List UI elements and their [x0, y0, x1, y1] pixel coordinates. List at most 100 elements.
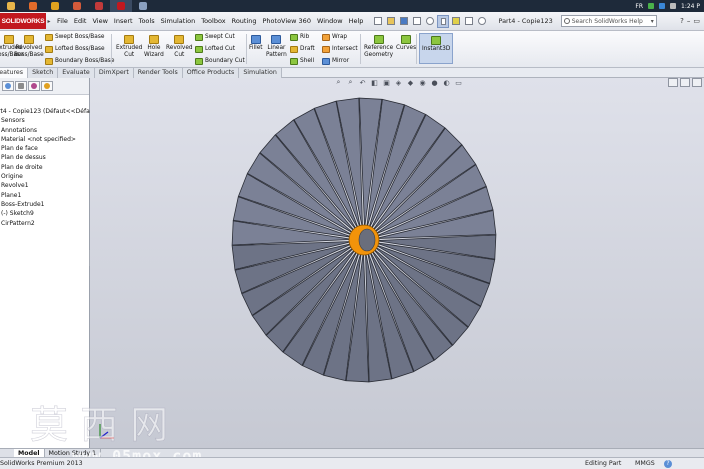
volume-icon[interactable]: [670, 3, 676, 9]
tab-features[interactable]: Features: [0, 68, 29, 78]
boundary-cut-button[interactable]: Boundary Cut: [195, 56, 245, 66]
windows-taskbar: FR 1:24 P: [0, 0, 704, 12]
display-manager-tab[interactable]: [41, 81, 53, 91]
feature-manager-panel: Part4 - Copie123 (Défaut<<Défaut> Sensors…: [0, 78, 101, 448]
tray-icon[interactable]: [659, 3, 665, 9]
menu-bar: File Edit View Insert Tools Simulation Toolbox…: [54, 17, 366, 25]
tree-node[interactable]: Material <not specified>: [0, 135, 89, 144]
lofted-boss-button[interactable]: Lofted Boss/Base: [45, 44, 105, 54]
tray-icon[interactable]: [648, 3, 654, 9]
revolved-boss-button[interactable]: Revolved Boss/Base: [14, 35, 44, 58]
tree-node[interactable]: Plane1: [0, 191, 89, 200]
fillet-icon: [250, 35, 261, 44]
language-indicator[interactable]: FR: [635, 3, 643, 10]
revolved-boss-icon: [23, 35, 34, 44]
taskbar-app-6-icon[interactable]: [132, 0, 154, 12]
impeller-model[interactable]: [90, 78, 704, 448]
quick-access-toolbar: [372, 14, 488, 28]
shell-icon: [290, 57, 298, 65]
tab-dimxpert[interactable]: DimXpert: [94, 68, 134, 78]
extruded-boss-icon: [3, 35, 14, 44]
taskbar-app-3-icon[interactable]: [66, 0, 88, 12]
tree-node[interactable]: Plan de dessus: [0, 153, 89, 162]
swept-boss-button[interactable]: Swept Boss/Base: [45, 32, 104, 42]
tree-node[interactable]: Revolve1: [0, 181, 89, 190]
taskbar-firefox-icon[interactable]: [22, 0, 44, 12]
tree-node[interactable]: Plan de droite: [0, 163, 89, 172]
mirror-button[interactable]: Mirror: [322, 56, 349, 66]
unit-system[interactable]: MMGS: [635, 460, 655, 467]
menu-photoview-360[interactable]: PhotoView 360: [260, 17, 314, 25]
tree-node[interactable]: Plan de face: [0, 144, 89, 153]
open-icon[interactable]: [385, 15, 397, 28]
tree-node[interactable]: Sensors: [0, 116, 89, 125]
select-icon[interactable]: [437, 14, 450, 28]
save-icon[interactable]: [398, 15, 410, 28]
tab-render-tools[interactable]: Render Tools: [133, 68, 183, 78]
help-icon[interactable]: ?: [680, 17, 684, 25]
help-icon[interactable]: ?: [664, 459, 672, 468]
shell-button[interactable]: Shell: [290, 56, 314, 66]
tree-node[interactable]: CirPattern2: [0, 219, 89, 228]
fillet-button[interactable]: Fillet: [249, 35, 263, 52]
linear-pattern-button[interactable]: Linear Pattern: [266, 35, 287, 58]
tree-node[interactable]: Annotations: [0, 126, 89, 135]
wrap-button[interactable]: Wrap: [322, 32, 347, 42]
hole-wizard-button[interactable]: Hole Wizard: [144, 35, 164, 58]
rebuild-icon[interactable]: [450, 15, 462, 28]
tree-node[interactable]: Part4 - Copie123 (Défaut<<Défaut>: [0, 107, 101, 116]
taskbar-chrome-icon[interactable]: [44, 0, 66, 12]
feature-tree: Part4 - Copie123 (Défaut<<Défaut> Sensors…: [0, 95, 101, 228]
tab-simulation[interactable]: Simulation: [239, 68, 282, 78]
reference-geometry-button[interactable]: Reference Geometry: [364, 35, 393, 58]
clock[interactable]: 1:24 P: [681, 3, 700, 10]
rib-button[interactable]: Rib: [290, 32, 309, 42]
menu-routing[interactable]: Routing: [229, 17, 260, 25]
menu-insert[interactable]: Insert: [111, 17, 136, 25]
print-icon[interactable]: [411, 15, 423, 28]
taskbar-solidworks-icon[interactable]: [110, 0, 132, 12]
menu-pin-icon[interactable]: ▸: [46, 18, 52, 25]
extruded-cut-button[interactable]: Extruded Cut: [116, 35, 142, 58]
system-tray: FR 1:24 P: [635, 3, 704, 10]
menu-view[interactable]: View: [89, 17, 110, 25]
graphics-area[interactable]: ⌕ ⌕ ↶ ◧ ▣ ◈ ◆ ◉ ● ◐ ▭: [90, 78, 704, 448]
search-dropdown-icon[interactable]: ▾: [651, 18, 656, 25]
tab-evaluate[interactable]: Evaluate: [58, 68, 95, 78]
tree-node[interactable]: Boss-Extrude1: [0, 200, 89, 209]
menu-toolbox[interactable]: Toolbox: [198, 17, 228, 25]
taskbar-explorer-icon[interactable]: [0, 0, 22, 12]
reference-geometry-icon: [373, 35, 384, 44]
instant3d-button[interactable]: Instant3D: [419, 33, 454, 64]
boundary-boss-button[interactable]: Boundary Boss/Base: [45, 56, 114, 66]
menu-window[interactable]: Window: [314, 17, 346, 25]
menu-file[interactable]: File: [54, 17, 71, 25]
model-tab-model[interactable]: Model: [14, 449, 45, 457]
tree-node[interactable]: Origine: [0, 172, 89, 181]
menu-help[interactable]: Help: [346, 17, 367, 25]
search-input[interactable]: Search SolidWorks Help ▾: [560, 15, 657, 27]
draft-button[interactable]: Draft: [290, 44, 315, 54]
feature-manager-tab[interactable]: [2, 81, 14, 91]
intersect-button[interactable]: Intersect: [322, 44, 358, 54]
taskbar-app-4-icon[interactable]: [88, 0, 110, 12]
solidworks-logo[interactable]: SOLIDWORKS: [0, 13, 46, 29]
tab-sketch[interactable]: Sketch: [28, 68, 59, 78]
property-manager-tab[interactable]: [15, 81, 27, 91]
new-document-icon[interactable]: [372, 15, 384, 28]
configuration-manager-tab[interactable]: [28, 81, 40, 91]
curves-button[interactable]: Curves: [396, 35, 416, 52]
file-properties-icon[interactable]: [463, 15, 475, 28]
menu-edit[interactable]: Edit: [71, 17, 90, 25]
lofted-cut-button[interactable]: Lofted Cut: [195, 44, 235, 54]
swept-cut-button[interactable]: Swept Cut: [195, 32, 235, 42]
restore-icon[interactable]: ▭: [693, 17, 700, 25]
revolved-cut-button[interactable]: Revolved Cut: [166, 35, 193, 58]
options-icon[interactable]: [476, 15, 488, 28]
menu-tools[interactable]: Tools: [136, 17, 158, 25]
undo-icon[interactable]: [424, 15, 436, 28]
minimize-icon[interactable]: –: [687, 17, 691, 25]
tree-node[interactable]: (-) Sketch9: [0, 209, 89, 218]
menu-simulation[interactable]: Simulation: [158, 17, 199, 25]
tab-office-products[interactable]: Office Products: [182, 68, 240, 78]
